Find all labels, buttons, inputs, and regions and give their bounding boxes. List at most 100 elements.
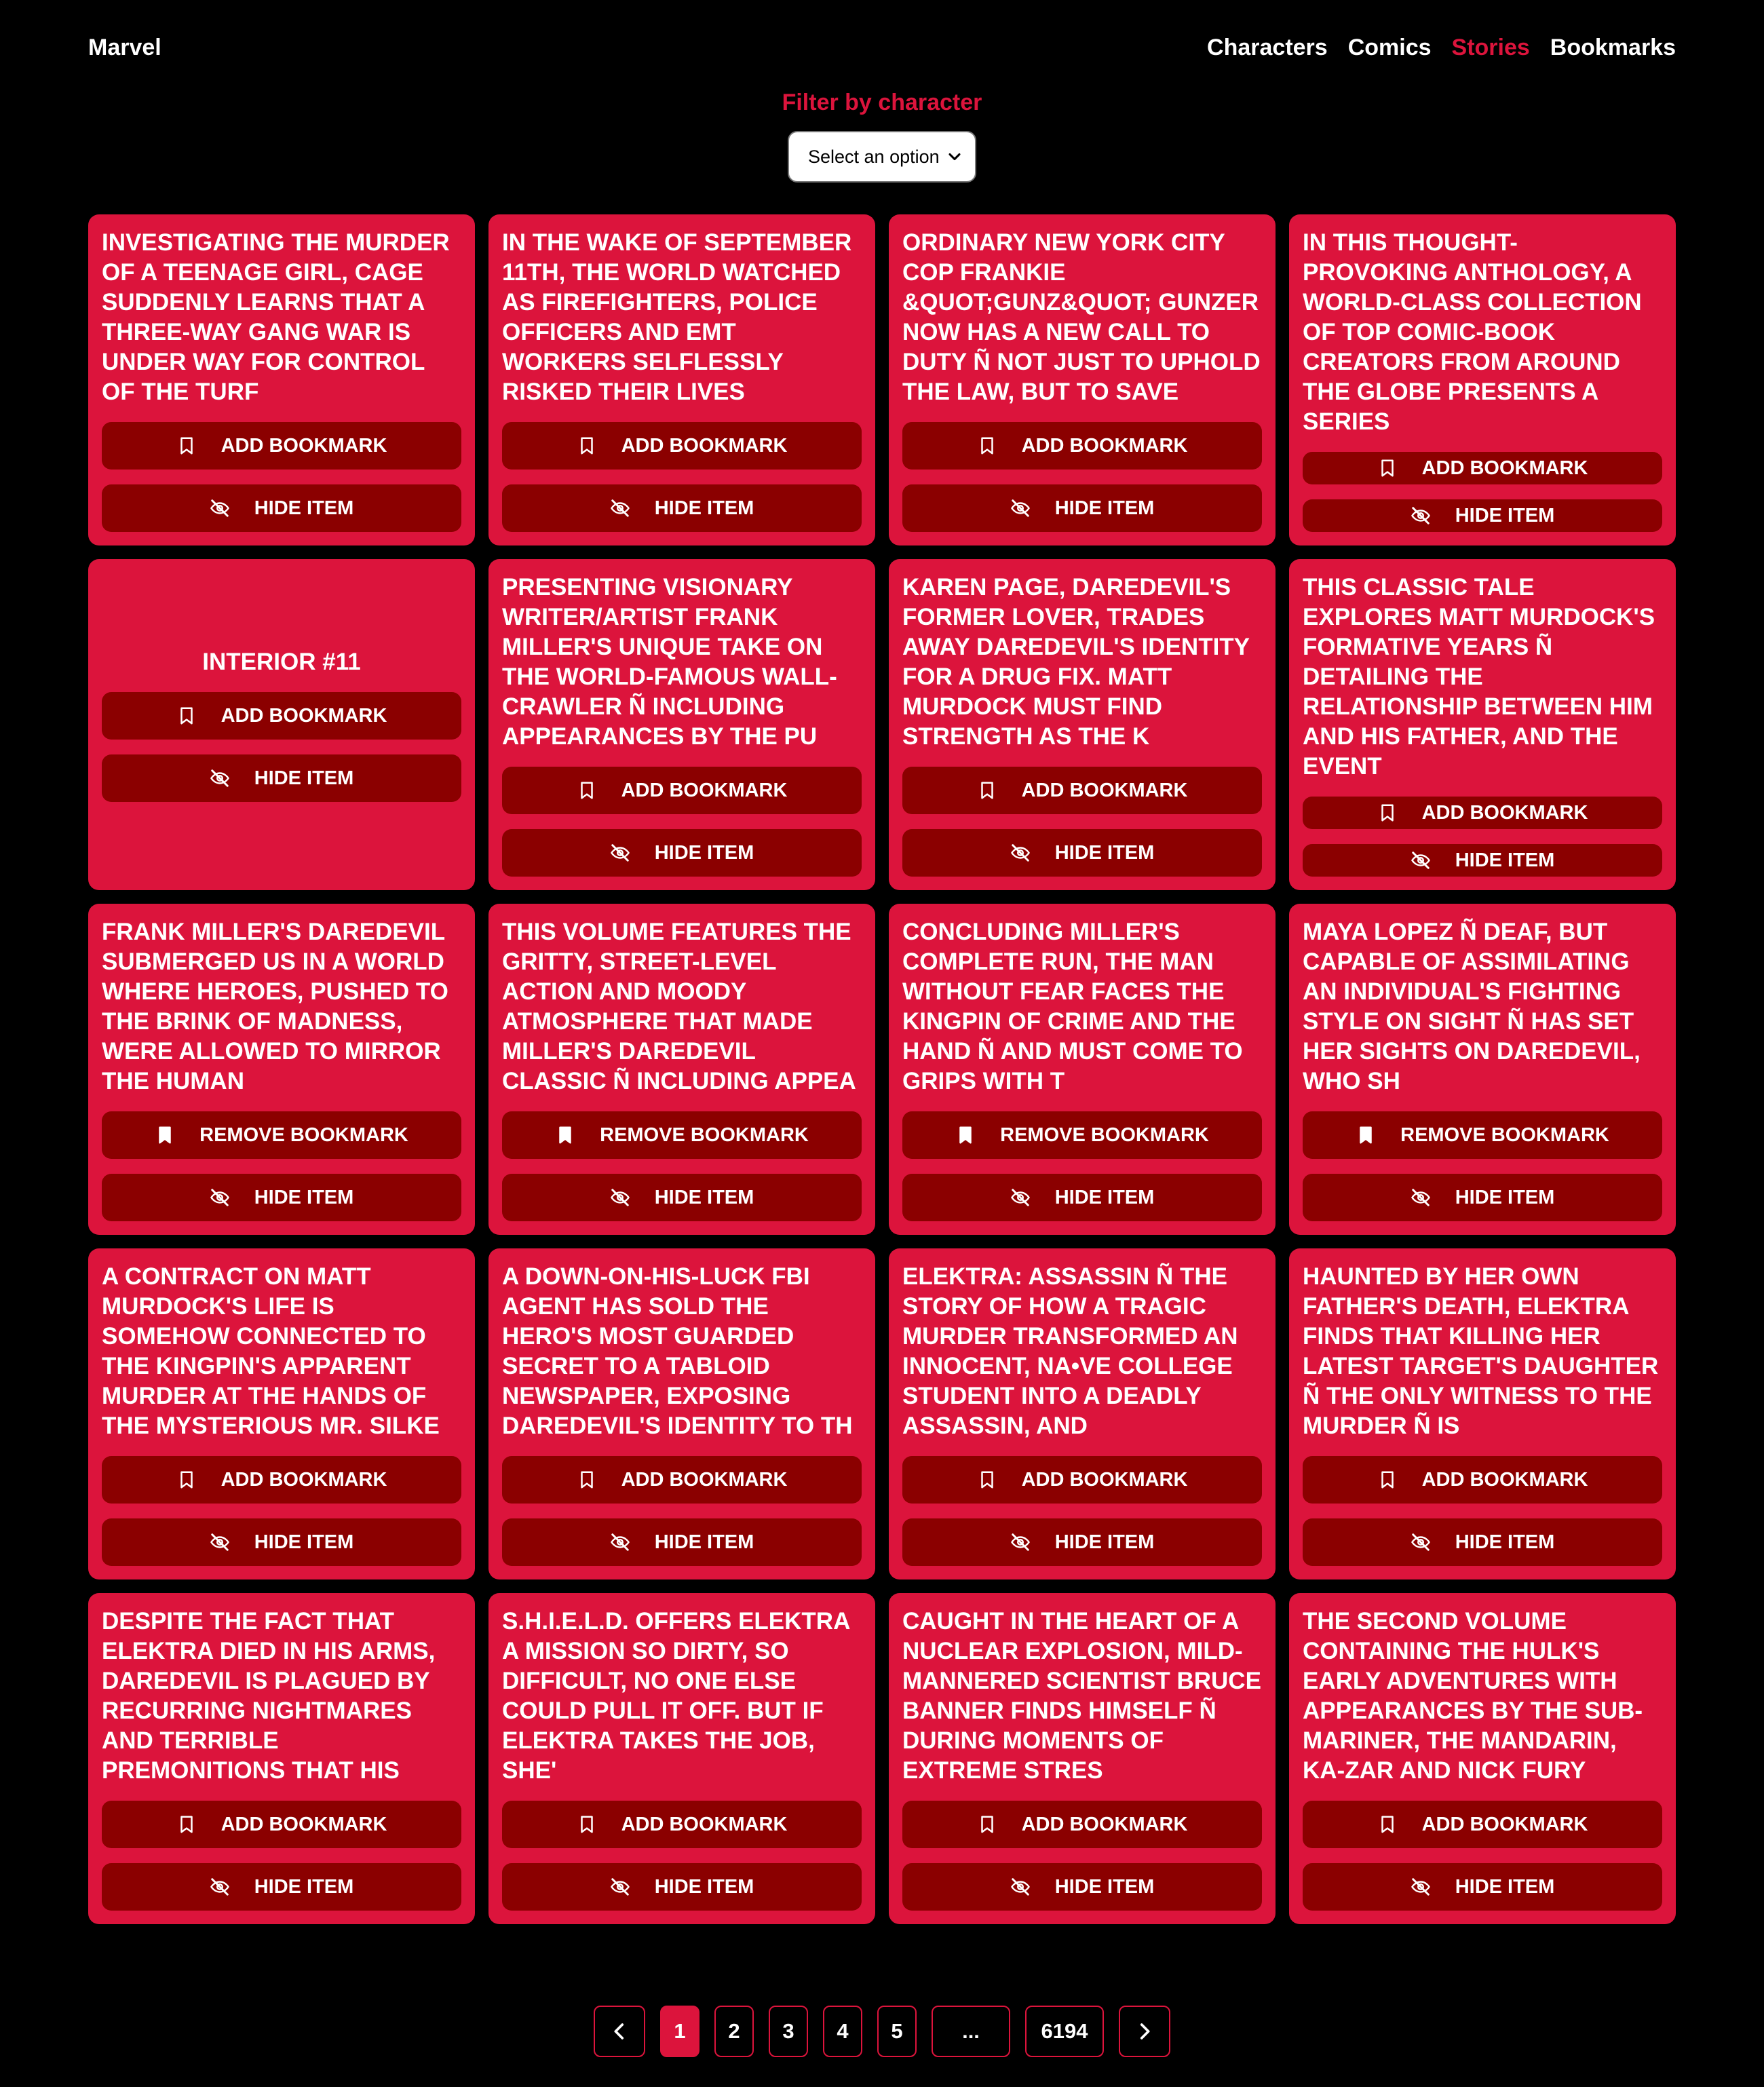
nav-link-characters[interactable]: Characters bbox=[1207, 35, 1328, 61]
story-card: A contract on Matt Murdock's life is som… bbox=[88, 1248, 475, 1579]
hide-item-button[interactable]: HIDE ITEM bbox=[502, 1518, 862, 1566]
bookmark-button-label: ADD BOOKMARK bbox=[1021, 434, 1188, 457]
top-bar: Marvel Characters Comics Stories Bookmarks bbox=[88, 27, 1676, 68]
add-bookmark-button[interactable]: ADD BOOKMARK bbox=[902, 1801, 1262, 1848]
eye-off-icon bbox=[210, 1877, 230, 1897]
hide-item-button[interactable]: HIDE ITEM bbox=[902, 1518, 1262, 1566]
story-description: The second volume containing the Hulk's … bbox=[1303, 1608, 1643, 1784]
hide-item-button[interactable]: HIDE ITEM bbox=[102, 754, 461, 802]
eye-off-icon bbox=[610, 843, 630, 863]
hide-item-button[interactable]: HIDE ITEM bbox=[102, 484, 461, 532]
bookmark-filled-icon bbox=[555, 1125, 575, 1145]
nav-link-comics[interactable]: Comics bbox=[1348, 35, 1432, 61]
add-bookmark-button[interactable]: ADD BOOKMARK bbox=[1303, 797, 1662, 829]
page-button[interactable]: 4 bbox=[823, 2006, 862, 2057]
bookmark-icon bbox=[577, 436, 597, 456]
eye-off-icon bbox=[610, 1877, 630, 1897]
hide-item-button[interactable]: HIDE ITEM bbox=[1303, 1863, 1662, 1911]
hide-item-button[interactable]: HIDE ITEM bbox=[502, 1174, 862, 1221]
hide-item-button[interactable]: HIDE ITEM bbox=[1303, 1174, 1662, 1221]
page-button[interactable]: 1 bbox=[660, 2006, 699, 2057]
add-bookmark-button[interactable]: ADD BOOKMARK bbox=[502, 422, 862, 470]
remove-bookmark-button[interactable]: REMOVE BOOKMARK bbox=[502, 1111, 862, 1159]
page-button[interactable]: 3 bbox=[769, 2006, 808, 2057]
hide-item-button[interactable]: HIDE ITEM bbox=[902, 1174, 1262, 1221]
hide-button-label: HIDE ITEM bbox=[1054, 1186, 1155, 1208]
hide-item-button[interactable]: HIDE ITEM bbox=[502, 829, 862, 877]
bookmark-button-label: ADD BOOKMARK bbox=[1021, 779, 1188, 801]
bookmark-icon bbox=[977, 436, 997, 456]
story-card: Maya Lopez Ñ deaf, but capable of assimi… bbox=[1289, 904, 1676, 1235]
bookmark-button-label: ADD BOOKMARK bbox=[220, 1468, 387, 1491]
story-card: Investigating the murder of a teenage gi… bbox=[88, 214, 475, 545]
hide-button-label: HIDE ITEM bbox=[1054, 1875, 1155, 1898]
add-bookmark-button[interactable]: ADD BOOKMARK bbox=[102, 1456, 461, 1504]
page-button[interactable]: 5 bbox=[877, 2006, 917, 2057]
bookmark-icon bbox=[176, 436, 197, 456]
add-bookmark-button[interactable]: ADD BOOKMARK bbox=[102, 422, 461, 470]
story-description: This classic tale explores Matt Murdock'… bbox=[1303, 574, 1655, 780]
story-card: The second volume containing the Hulk's … bbox=[1289, 1593, 1676, 1924]
add-bookmark-button[interactable]: ADD BOOKMARK bbox=[502, 1801, 862, 1848]
remove-bookmark-button[interactable]: REMOVE BOOKMARK bbox=[902, 1111, 1262, 1159]
next-page-button[interactable] bbox=[1119, 2006, 1170, 2057]
story-description: A contract on Matt Murdock's life is som… bbox=[102, 1263, 440, 1439]
remove-bookmark-button[interactable]: REMOVE BOOKMARK bbox=[102, 1111, 461, 1159]
hide-button-label: HIDE ITEM bbox=[1054, 497, 1155, 519]
brand-logo[interactable]: Marvel bbox=[88, 35, 161, 61]
story-card: This volume features the gritty, street-… bbox=[488, 904, 875, 1235]
hide-button-label: HIDE ITEM bbox=[1054, 841, 1155, 864]
eye-off-icon bbox=[210, 498, 230, 518]
add-bookmark-button[interactable]: ADD BOOKMARK bbox=[1303, 1801, 1662, 1848]
hide-item-button[interactable]: HIDE ITEM bbox=[102, 1174, 461, 1221]
add-bookmark-button[interactable]: ADD BOOKMARK bbox=[1303, 452, 1662, 484]
add-bookmark-button[interactable]: ADD BOOKMARK bbox=[502, 1456, 862, 1504]
hide-button-label: HIDE ITEM bbox=[1054, 1531, 1155, 1553]
nav-link-stories[interactable]: Stories bbox=[1452, 35, 1530, 61]
bookmark-button-label: ADD BOOKMARK bbox=[1021, 1468, 1188, 1491]
hide-button-label: HIDE ITEM bbox=[254, 767, 354, 789]
add-bookmark-button[interactable]: ADD BOOKMARK bbox=[902, 767, 1262, 814]
eye-off-icon bbox=[1411, 1877, 1431, 1897]
hide-item-button[interactable]: HIDE ITEM bbox=[1303, 1518, 1662, 1566]
hide-item-button[interactable]: HIDE ITEM bbox=[902, 829, 1262, 877]
remove-bookmark-button[interactable]: REMOVE BOOKMARK bbox=[1303, 1111, 1662, 1159]
story-card: In the wake of September 11th, the world… bbox=[488, 214, 875, 545]
page-button[interactable]: 2 bbox=[714, 2006, 754, 2057]
add-bookmark-button[interactable]: ADD BOOKMARK bbox=[502, 767, 862, 814]
hide-item-button[interactable]: HIDE ITEM bbox=[1303, 499, 1662, 532]
eye-off-icon bbox=[1010, 1187, 1031, 1208]
bookmark-icon bbox=[577, 1814, 597, 1835]
character-select[interactable]: Select an option bbox=[788, 131, 976, 183]
bookmark-button-label: ADD BOOKMARK bbox=[1421, 1468, 1588, 1491]
bookmark-button-label: ADD BOOKMARK bbox=[220, 434, 387, 457]
hide-item-button[interactable]: HIDE ITEM bbox=[502, 1863, 862, 1911]
hide-item-button[interactable]: HIDE ITEM bbox=[102, 1518, 461, 1566]
story-description: Caught in the heart of a nuclear explosi… bbox=[902, 1608, 1261, 1784]
character-select-input[interactable]: Select an option bbox=[789, 132, 975, 181]
add-bookmark-button[interactable]: ADD BOOKMARK bbox=[902, 1456, 1262, 1504]
hide-item-button[interactable]: HIDE ITEM bbox=[1303, 844, 1662, 877]
hide-button-label: HIDE ITEM bbox=[254, 1875, 354, 1898]
eye-off-icon bbox=[610, 1187, 630, 1208]
hide-item-button[interactable]: HIDE ITEM bbox=[502, 484, 862, 532]
nav-link-bookmarks[interactable]: Bookmarks bbox=[1550, 35, 1676, 61]
hide-item-button[interactable]: HIDE ITEM bbox=[102, 1863, 461, 1911]
hide-button-label: HIDE ITEM bbox=[654, 1186, 754, 1208]
add-bookmark-button[interactable]: ADD BOOKMARK bbox=[102, 692, 461, 740]
hide-item-button[interactable]: HIDE ITEM bbox=[902, 1863, 1262, 1911]
add-bookmark-button[interactable]: ADD BOOKMARK bbox=[902, 422, 1262, 470]
story-card: Despite the fact that Elektra died in hi… bbox=[88, 1593, 475, 1924]
eye-off-icon bbox=[1411, 1187, 1431, 1208]
story-card: S.H.I.E.L.D. offers Elektra a mission so… bbox=[488, 1593, 875, 1924]
add-bookmark-button[interactable]: ADD BOOKMARK bbox=[102, 1801, 461, 1848]
hide-item-button[interactable]: HIDE ITEM bbox=[902, 484, 1262, 532]
add-bookmark-button[interactable]: ADD BOOKMARK bbox=[1303, 1456, 1662, 1504]
page-button[interactable]: 6194 bbox=[1025, 2006, 1104, 2057]
eye-off-icon bbox=[210, 1187, 230, 1208]
hide-button-label: HIDE ITEM bbox=[1455, 1875, 1555, 1898]
story-description: Karen Page, Daredevil's former lover, tr… bbox=[902, 574, 1250, 750]
bookmark-icon bbox=[176, 1470, 197, 1490]
prev-page-button[interactable] bbox=[594, 2006, 645, 2057]
bookmark-button-label: ADD BOOKMARK bbox=[621, 1813, 788, 1835]
